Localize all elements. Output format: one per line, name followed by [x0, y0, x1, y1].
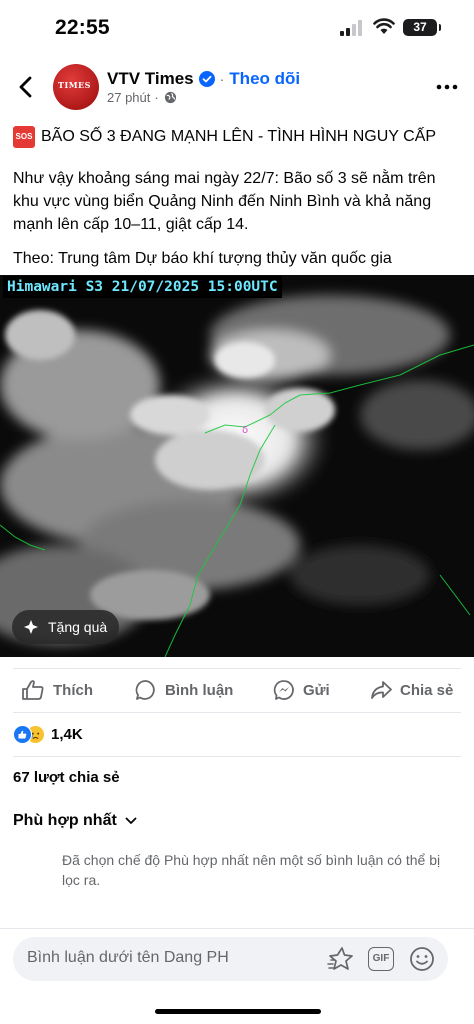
wifi-icon: [373, 18, 395, 34]
divider-actions: [13, 712, 461, 713]
sos-icon: SOS: [13, 126, 35, 148]
avatar[interactable]: TIMES: [53, 64, 99, 110]
verified-badge-icon: [198, 71, 215, 87]
separator-dot: ·: [219, 71, 225, 87]
comment-button[interactable]: Bình luận: [135, 670, 233, 710]
comment-placeholder: Bình luận dưới tên Dang PH: [27, 949, 229, 966]
cellular-signal-icon: [340, 20, 362, 36]
send-label: Gửi: [303, 681, 330, 699]
gif-icon[interactable]: GIF: [368, 947, 394, 971]
comment-bubble-icon: [135, 680, 155, 700]
reaction-count: 1,4K: [51, 725, 83, 743]
action-bar: Thích Bình luận Gửi Chia sẻ: [0, 670, 474, 710]
send-button[interactable]: Gửi: [273, 670, 330, 710]
satellite-image[interactable]: δ Himawari S3 21/07/2025 15:00UTC Tặng q…: [0, 275, 474, 657]
satellite-clouds: δ: [0, 275, 474, 657]
messenger-icon: [273, 680, 294, 700]
share-button[interactable]: Chia sẻ: [370, 670, 453, 710]
share-count[interactable]: 67 lượt chia sẻ: [13, 769, 120, 786]
post-headline: SOS BÃO SỐ 3 ĐANG MẠNH LÊN - TÌNH HÌNH N…: [13, 126, 436, 148]
sort-label: Phù hợp nhất: [13, 812, 117, 829]
thumbs-up-icon: [22, 680, 44, 700]
share-label: Chia sẻ: [400, 681, 454, 699]
filter-notice: Đã chọn chế độ Phù hợp nhất nên một số b…: [62, 852, 441, 888]
author-name[interactable]: VTV Times: [107, 69, 194, 89]
post-paragraph: Như vậy khoảng sáng mai ngày 22/7: Bão s…: [13, 170, 436, 233]
status-time: 22:55: [55, 16, 110, 39]
post-meta: 27 phút ·: [107, 90, 177, 105]
avatar-sticker-icon[interactable]: [326, 946, 354, 972]
svg-text:δ: δ: [242, 425, 248, 436]
post-source: Theo: Trung tâm Dự báo khí tượng thủy vă…: [13, 250, 392, 267]
more-dots-icon[interactable]: [436, 83, 458, 91]
globe-icon: [164, 91, 176, 104]
comment-sort-dropdown[interactable]: Phù hợp nhất: [13, 812, 137, 830]
headline-text: BÃO SỐ 3 ĐANG MẠNH LÊN - TÌNH HÌNH NGUY …: [41, 128, 437, 145]
divider-top: [13, 668, 461, 669]
meta-separator: ·: [154, 90, 159, 105]
sparkle-gift-icon: [24, 620, 38, 634]
home-indicator[interactable]: [155, 1009, 321, 1014]
post-time[interactable]: 27 phút: [107, 90, 150, 105]
avatar-logo-text: TIMES: [58, 80, 91, 90]
image-caption: Himawari S3 21/07/2025 15:00UTC: [3, 276, 282, 298]
chevron-down-icon: [125, 817, 137, 824]
comment-label: Bình luận: [165, 681, 234, 699]
post-author-row: VTV Times · Theo dõi: [107, 67, 300, 91]
like-label: Thích: [53, 681, 93, 699]
gift-button[interactable]: Tặng quà: [12, 610, 120, 644]
battery-indicator: 37: [403, 19, 441, 36]
back-arrow-icon[interactable]: [14, 74, 40, 100]
comment-input[interactable]: Bình luận dưới tên Dang PH GIF: [13, 937, 448, 981]
gift-label: Tặng quà: [48, 619, 108, 635]
status-bar: 22:55 37: [0, 0, 474, 54]
share-arrow-icon: [371, 681, 392, 699]
divider-reactions: [13, 756, 461, 757]
follow-button[interactable]: Theo dõi: [229, 69, 300, 89]
reaction-summary[interactable]: 1,4K: [13, 722, 83, 746]
emoji-icon[interactable]: [409, 946, 435, 972]
like-reaction-icon: [13, 724, 32, 744]
like-button[interactable]: Thích: [21, 670, 93, 710]
